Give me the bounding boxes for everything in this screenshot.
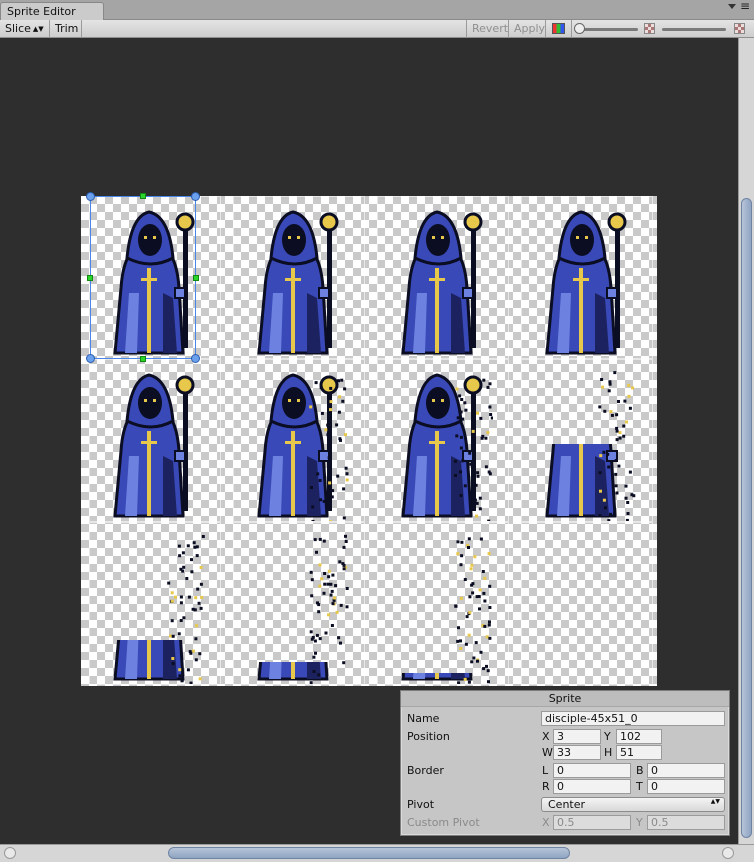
trim-button-label: Trim (55, 22, 79, 35)
panel-title: Sprite (401, 691, 729, 707)
zoom-out-icon (644, 23, 655, 34)
pivot-dropdown[interactable]: Center ▲▼ (541, 797, 725, 812)
pivot-dropdown-value: Center (548, 798, 586, 811)
selection-rect[interactable] (90, 196, 196, 359)
slice-button[interactable]: Slice ▲▼ (0, 20, 50, 38)
vertical-scrollbar-thumb[interactable] (741, 198, 752, 838)
apply-button-label: Apply (514, 22, 546, 35)
close-icon[interactable]: ≡ (740, 0, 750, 13)
disciple-sprite (257, 210, 339, 355)
rgb-channel-button[interactable] (546, 20, 572, 38)
t-label: T (636, 780, 643, 793)
x-field[interactable]: 3 (553, 729, 601, 744)
x-label: X (542, 730, 550, 743)
disciple-sprite (257, 534, 349, 684)
alpha-slider[interactable] (578, 28, 638, 31)
disciple-sprite (401, 373, 493, 521)
revert-button-label: Revert (472, 22, 509, 35)
revert-button[interactable]: Revert (466, 20, 509, 38)
border-label: Border (407, 764, 444, 777)
w-field[interactable]: 33 (553, 745, 601, 760)
name-field[interactable]: disciple-45x51_0 (541, 711, 725, 726)
h-field[interactable]: 51 (616, 745, 662, 760)
resize-handle-top[interactable] (140, 193, 146, 199)
window-tab[interactable]: Sprite Editor (0, 2, 104, 20)
b-label: B (636, 764, 644, 777)
apply-button[interactable]: Apply (509, 20, 546, 38)
y-field[interactable]: 102 (616, 729, 662, 744)
window-title: Sprite Editor (7, 5, 76, 18)
disciple-sprite (545, 210, 627, 355)
zoom-in-icon (734, 23, 745, 34)
disciple-sprite (401, 210, 483, 355)
disciple-sprite (113, 535, 205, 684)
vertical-scrollbar[interactable] (738, 38, 754, 844)
scrollbar-right-cap[interactable] (722, 847, 734, 859)
custom-pivot-label: Custom Pivot (407, 816, 480, 829)
sprite-frame-cell[interactable] (521, 522, 653, 685)
disciple-sprite (257, 373, 349, 521)
custom-pivot-x-field: 0.5 (553, 815, 631, 830)
dropdown-arrows-icon: ▲▼ (32, 25, 44, 33)
chevron-down-icon[interactable] (728, 2, 736, 10)
zoom-slider[interactable] (662, 28, 726, 31)
y-label: Y (604, 730, 611, 743)
l-label: L (542, 764, 549, 777)
t-field[interactable]: 0 (647, 779, 725, 794)
custom-pivot-x-label: X (542, 816, 550, 829)
window-controls: ≡ (726, 0, 750, 16)
disciple-sprite (401, 537, 492, 684)
h-label: H (604, 746, 613, 759)
slice-button-label: Slice (5, 22, 31, 35)
r-field[interactable]: 0 (553, 779, 631, 794)
window-tab-bar: Sprite Editor ≡ (0, 0, 754, 20)
disciple-sprite (113, 373, 195, 518)
custom-pivot-y-field: 0.5 (647, 815, 725, 830)
r-label: R (542, 780, 550, 793)
horizontal-scrollbar[interactable] (0, 844, 754, 862)
custom-pivot-y-label: Y (636, 816, 643, 829)
resize-handle-bottom[interactable] (140, 356, 146, 362)
w-label: W (542, 746, 553, 759)
scrollbar-left-cap[interactable] (4, 847, 16, 859)
position-label: Position (407, 730, 450, 743)
l-field[interactable]: 0 (553, 763, 631, 778)
resize-handle-left[interactable] (87, 275, 93, 281)
pivot-label: Pivot (407, 798, 435, 811)
toolbar: Slice ▲▼ Trim Revert Apply (0, 20, 754, 38)
resize-handle-top-left[interactable] (86, 192, 95, 201)
name-label: Name (407, 712, 440, 725)
b-field[interactable]: 0 (647, 763, 725, 778)
rgb-channel-icon (552, 23, 565, 34)
horizontal-scrollbar-thumb[interactable] (168, 847, 570, 859)
resize-handle-bottom-right[interactable] (191, 354, 200, 363)
alpha-slider-thumb[interactable] (574, 23, 585, 34)
sprite-texture[interactable] (81, 192, 657, 686)
sprite-inspector-panel: Sprite Name disciple-45x51_0 Position X … (400, 690, 730, 836)
disciple-sprite (545, 371, 636, 521)
trim-button[interactable]: Trim (50, 20, 82, 38)
resize-handle-top-right[interactable] (191, 192, 200, 201)
resize-handle-bottom-left[interactable] (86, 354, 95, 363)
dropdown-arrows-icon: ▲▼ (710, 798, 720, 805)
resize-handle-right[interactable] (193, 275, 199, 281)
